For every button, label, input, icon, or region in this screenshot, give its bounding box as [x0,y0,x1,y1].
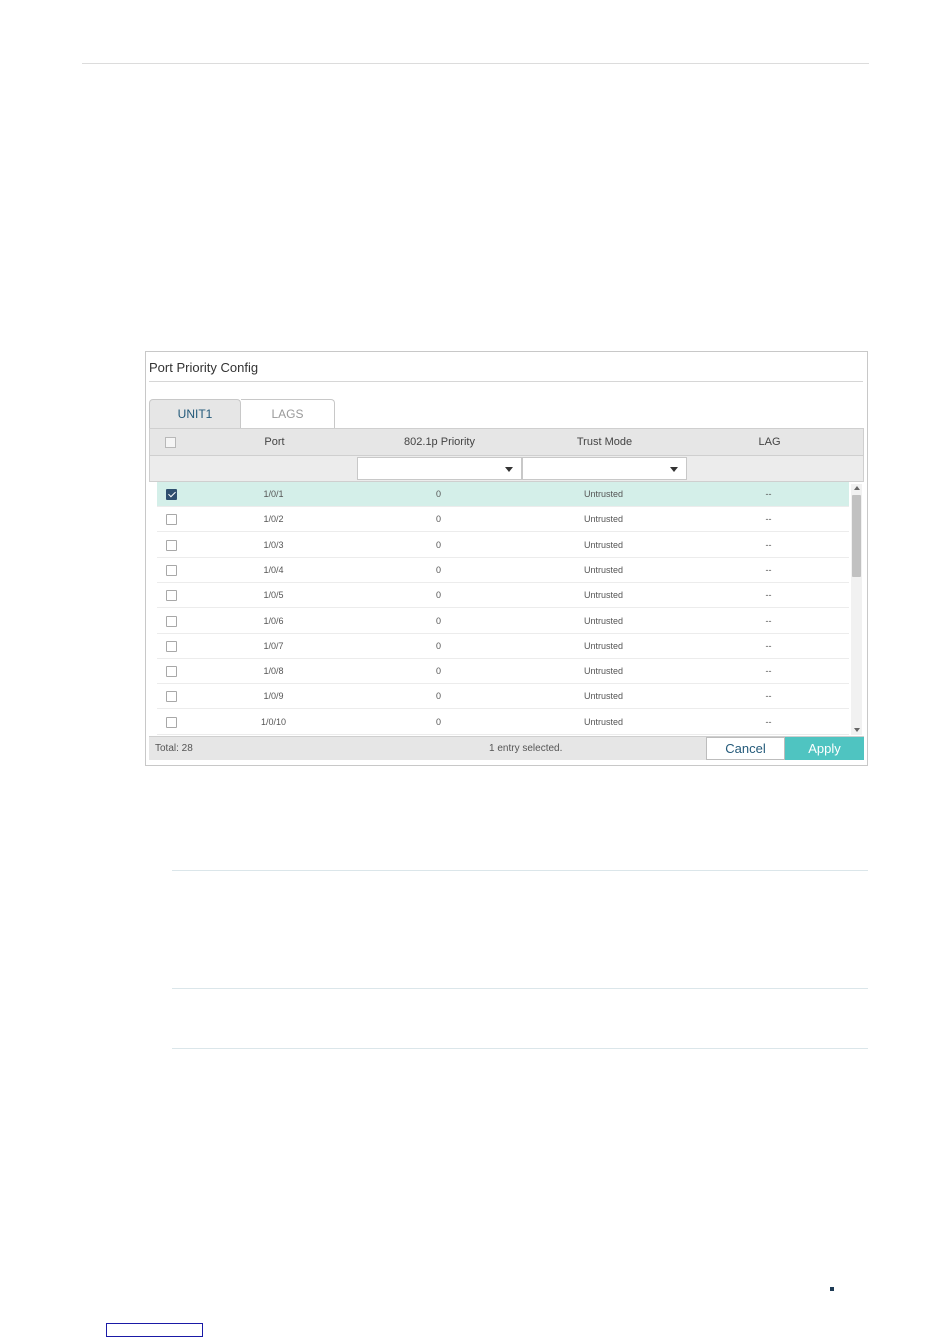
row-checkbox-checked[interactable] [166,489,177,500]
lag-cell: -- [765,666,772,677]
port-cell: 1/0/10 [260,716,287,727]
priority-cell: 0 [435,539,441,550]
panel-title-divider [149,381,863,382]
priority-cell: 0 [435,615,441,626]
table-row[interactable]: 1/0/2 0 Untrusted -- [157,507,849,533]
link-box[interactable] [106,1323,203,1337]
page-header-rule [82,63,869,64]
section-divider [172,1048,868,1049]
row-checkbox[interactable] [166,590,177,602]
row-checkbox[interactable] [166,640,177,652]
cancel-button[interactable]: Cancel [706,737,785,760]
lag-cell: -- [765,564,772,575]
priority-cell: 0 [435,564,441,575]
scroll-down-arrow-icon[interactable] [854,728,860,732]
table-row[interactable]: 1/0/6 0 Untrusted -- [157,609,849,634]
bullet-mark [830,1287,834,1291]
lag-cell: -- [765,615,772,626]
lag-cell: -- [765,640,772,651]
priority-cell: 0 [435,590,441,601]
port-priority-config-panel: Port Priority Config UNIT1 LAGS Port 802… [145,351,868,766]
priority-cell: 0 [435,666,441,677]
table-row[interactable]: 1/0/5 0 Untrusted -- [157,583,849,609]
table-row[interactable]: 1/0/9 0 Untrusted -- [157,684,849,710]
scroll-up-arrow-icon[interactable] [854,486,860,490]
total-count: Total: 28 [155,743,193,754]
table-row[interactable]: 1/0/10 0 Untrusted -- [157,710,849,735]
trust-mode-cell: Untrusted [583,615,624,626]
table-row[interactable]: 1/0/3 0 Untrusted -- [157,533,849,558]
port-cell: 1/0/2 [263,514,284,525]
port-cell: 1/0/6 [263,615,284,626]
trust-mode-cell: Untrusted [583,691,624,702]
port-cell: 1/0/7 [263,640,284,651]
row-checkbox[interactable] [166,666,177,678]
tab-unit1[interactable]: UNIT1 [149,399,241,428]
table-scrollbar[interactable] [851,484,862,735]
column-header-priority: 802.1p Priority [404,436,475,448]
filter-row [149,456,864,482]
port-cell: 1/0/4 [263,564,284,575]
trust-mode-filter-select[interactable] [522,457,687,480]
column-header-lag: LAG [758,436,781,448]
apply-button[interactable]: Apply [785,737,864,760]
column-header-trust-mode: Trust Mode [576,436,633,448]
row-checkbox[interactable] [166,615,177,627]
trust-mode-cell: Untrusted [583,514,624,525]
row-checkbox[interactable] [166,514,177,526]
chevron-down-icon [505,467,513,472]
trust-mode-cell: Untrusted [583,716,624,727]
table-row[interactable]: 1/0/4 0 Untrusted -- [157,558,849,583]
trust-mode-cell: Untrusted [583,564,624,575]
row-checkbox[interactable] [166,716,177,728]
row-checkbox[interactable] [166,691,177,703]
port-cell: 1/0/1 [263,489,284,499]
priority-cell: 0 [435,640,441,651]
column-header-port: Port [264,436,285,448]
tab-lags[interactable]: LAGS [241,399,335,428]
lag-cell: -- [765,514,772,525]
port-cell: 1/0/5 [263,590,284,601]
lag-cell: -- [765,691,772,702]
lag-cell: -- [765,489,772,499]
trust-mode-cell: Untrusted [583,489,624,499]
priority-cell: 0 [435,514,441,525]
priority-cell: 0 [435,716,441,727]
table-header: Port 802.1p Priority Trust Mode LAG [149,428,864,456]
selection-status: 1 entry selected. [489,743,563,754]
table-row[interactable]: 1/0/8 0 Untrusted -- [157,659,849,685]
priority-filter-select[interactable] [357,457,522,480]
port-cell: 1/0/3 [263,539,284,550]
lag-cell: -- [765,539,772,550]
row-checkbox[interactable] [166,564,177,576]
trust-mode-cell: Untrusted [583,640,624,651]
priority-cell: 0 [435,489,441,499]
trust-mode-cell: Untrusted [583,666,624,677]
port-cell: 1/0/8 [263,666,284,677]
lag-cell: -- [765,590,772,601]
table-footer: Total: 28 1 entry selected. Cancel Apply [149,736,864,760]
scroll-thumb[interactable] [852,495,861,577]
lag-cell: -- [765,716,772,727]
select-all-checkbox[interactable] [165,437,176,448]
panel-title: Port Priority Config [149,360,259,375]
section-divider [172,870,868,871]
priority-cell: 0 [435,691,441,702]
port-cell: 1/0/9 [263,691,284,702]
chevron-down-icon [670,467,678,472]
trust-mode-cell: Untrusted [583,539,624,550]
table-row[interactable]: 1/0/1 0 Untrusted -- [157,482,849,507]
table-body: 1/0/1 0 Untrusted -- 1/0/2 0 Untrusted -- 1/0/3 0… [149,482,864,737]
row-checkbox[interactable] [166,539,177,551]
table-row[interactable]: 1/0/7 0 Untrusted -- [157,634,849,659]
section-divider [172,988,868,989]
trust-mode-cell: Untrusted [583,590,624,601]
